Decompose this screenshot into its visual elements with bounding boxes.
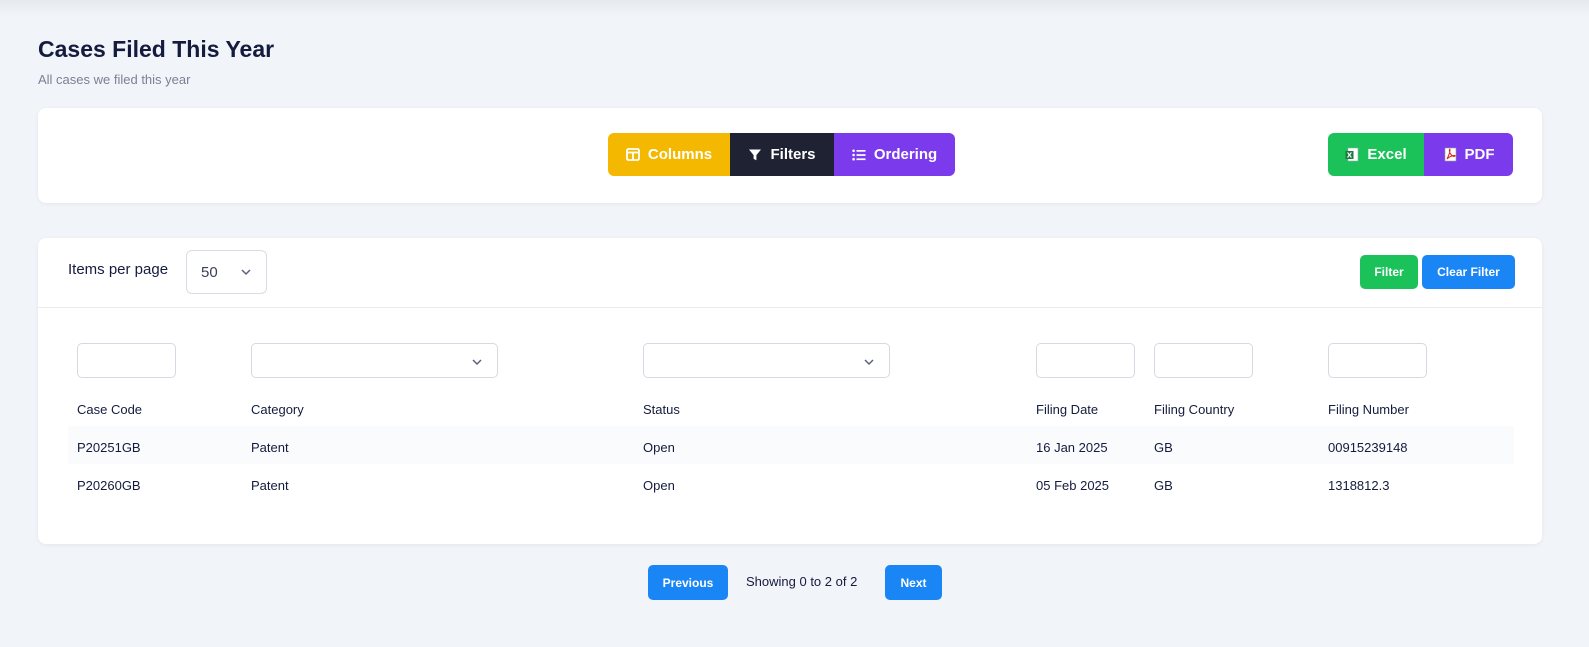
pagination-status: Showing 0 to 2 of 2 [746,574,858,589]
cell-filing-date: 05 Feb 2025 [1036,478,1110,493]
pdf-file-icon [1443,147,1457,162]
ordering-label: Ordering [873,146,938,163]
column-header-category[interactable]: Category [251,402,304,417]
next-page-button[interactable]: Next [885,565,942,600]
table-card: Items per page 50 Filter Clear Filter Ca… [38,238,1542,544]
columns-button[interactable]: Columns [608,133,730,176]
cell-case-code: P20251GB [77,440,141,455]
items-per-page-label: Items per page [68,261,169,278]
status-filter-select[interactable] [643,343,890,378]
columns-icon [626,148,640,161]
cell-filing-number: 00915239148 [1328,440,1408,455]
filing-date-filter-input[interactable] [1036,343,1135,378]
top-shadow [0,0,1589,16]
funnel-icon [748,148,762,162]
pdf-export-button[interactable]: PDF [1424,133,1513,176]
previous-page-button[interactable]: Previous [648,565,728,600]
svg-text:X: X [1347,152,1353,160]
chevron-down-icon [240,265,252,282]
cell-category: Patent [251,440,289,455]
chevron-down-icon [863,355,875,373]
cell-status: Open [643,478,675,493]
chevron-down-icon [471,355,483,373]
case-code-filter-input[interactable] [77,343,176,378]
filters-label: Filters [770,146,816,163]
filing-number-filter-input[interactable] [1328,343,1427,378]
pdf-label: PDF [1464,146,1495,163]
filing-country-filter-input[interactable] [1154,343,1253,378]
divider [38,307,1542,308]
category-filter-select[interactable] [251,343,498,378]
cell-category: Patent [251,478,289,493]
cell-filing-country: GB [1154,440,1173,455]
column-header-filing-date[interactable]: Filing Date [1036,402,1098,417]
list-icon [852,149,866,161]
cell-status: Open [643,440,675,455]
export-group: X Excel PDF [1328,133,1513,176]
page-title: Cases Filed This Year [38,36,275,62]
toolbar-card: Columns Filters Ordering X Excel PDF [38,108,1542,203]
items-per-page-value: 50 [201,263,218,281]
excel-export-button[interactable]: X Excel [1328,133,1424,176]
cell-filing-number: 1318812.3 [1328,478,1390,493]
cell-filing-date: 16 Jan 2025 [1036,440,1108,455]
excel-label: Excel [1367,146,1407,163]
cell-filing-country: GB [1154,478,1173,493]
columns-label: Columns [647,146,713,163]
column-header-case-code[interactable]: Case Code [77,402,142,417]
clear-filter-button[interactable]: Clear Filter [1422,255,1515,289]
items-per-page-select[interactable]: 50 [186,250,267,294]
page-subtitle: All cases we filed this year [38,72,191,87]
view-options-group: Columns Filters Ordering [608,133,955,176]
filter-button[interactable]: Filter [1360,255,1418,289]
column-header-filing-country[interactable]: Filing Country [1154,402,1234,417]
ordering-button[interactable]: Ordering [834,133,955,176]
cell-case-code: P20260GB [77,478,141,493]
column-header-status[interactable]: Status [643,402,680,417]
excel-file-icon: X [1345,147,1359,162]
filters-button[interactable]: Filters [730,133,834,176]
column-header-filing-number[interactable]: Filing Number [1328,402,1409,417]
